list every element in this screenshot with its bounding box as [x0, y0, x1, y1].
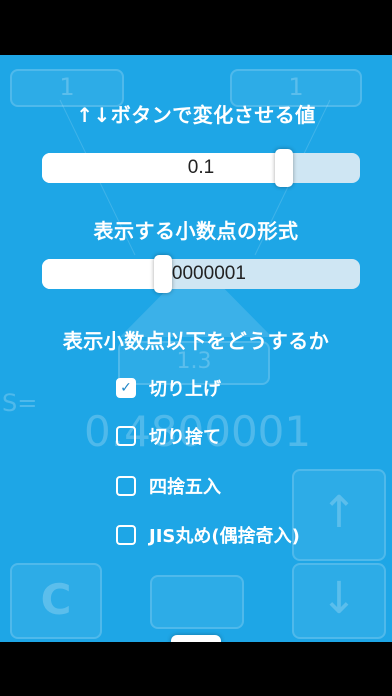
arrow-down-icon: ↓ [320, 573, 358, 624]
format-slider-thumb[interactable] [153, 255, 172, 293]
step-slider-value: 0.1 [187, 157, 215, 178]
round-up-checkbox[interactable]: ✓ [116, 378, 136, 398]
option-jis-rounding[interactable]: JIS丸め(偶捨奇入) [116, 522, 300, 548]
arrow-up-icon: ↑ [320, 487, 358, 538]
bg-clear-button: C [10, 563, 102, 639]
round-half-up-label: 四捨五入 [149, 477, 221, 498]
option-round-up[interactable]: ✓ 切り上げ [116, 375, 221, 401]
bg-s-label: S= [2, 389, 38, 417]
format-heading: 表示する小数点の形式 [93, 219, 299, 243]
option-round-half-up[interactable]: 四捨五入 [116, 473, 221, 499]
check-icon: ✓ [120, 380, 132, 396]
jis-rounding-checkbox[interactable] [116, 525, 136, 545]
rounding-heading: 表示小数点以下をどうするか [62, 329, 330, 353]
settings-screen: 1 1 1.3 S= 0.4800001 ↑ C ↓ ↑↓ボタンで変化させる値 … [0, 55, 392, 642]
step-slider-thumb[interactable] [274, 149, 293, 187]
format-slider[interactable]: 0.0000001 [42, 259, 360, 289]
format-slider-value: 0.0000001 [156, 263, 246, 284]
bg-up-button: ↑ [292, 469, 386, 561]
round-up-label: 切り上げ [149, 379, 221, 400]
option-round-down[interactable]: 切り捨て [116, 423, 221, 449]
step-heading: ↑↓ボタンで変化させる値 [76, 103, 316, 127]
jis-rounding-label: JIS丸め(偶捨奇入) [149, 526, 300, 547]
bg-clear-label: C [40, 575, 72, 624]
bg-center-button [150, 575, 244, 629]
round-half-up-checkbox[interactable] [116, 476, 136, 496]
round-down-checkbox[interactable] [116, 426, 136, 446]
bg-top-right-value: 1 [288, 73, 304, 101]
round-down-label: 切り捨て [149, 427, 221, 448]
bg-down-button: ↓ [292, 563, 386, 639]
step-slider[interactable]: 0.1 [42, 153, 360, 183]
bg-top-left-value: 1 [59, 73, 75, 101]
close-button[interactable]: ✖ [171, 635, 221, 642]
